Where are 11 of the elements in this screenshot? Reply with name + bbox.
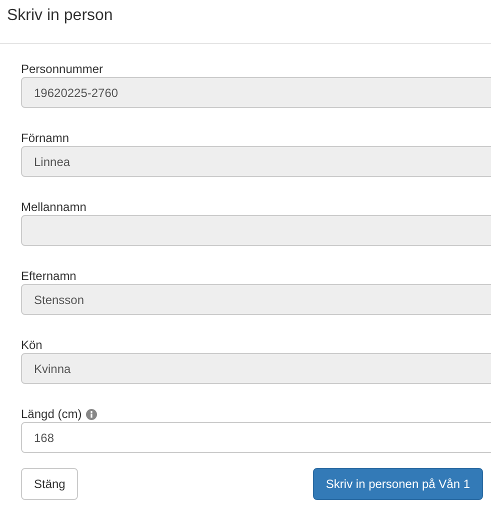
field-label: Längd (cm): [21, 407, 82, 421]
input-field[interactable]: 168: [21, 422, 491, 453]
field-label: Förnamn: [21, 131, 70, 145]
field-label: Mellannamn: [21, 200, 86, 214]
field-label: Personnummer: [21, 62, 104, 76]
info-icon[interactable]: [86, 408, 97, 420]
close-button[interactable]: Stäng: [21, 468, 78, 500]
field-label: Efternamn: [21, 269, 76, 283]
submit-button[interactable]: Skriv in personen på Vån 1: [312, 468, 483, 500]
window-title: Skriv in person: [7, 6, 114, 26]
field-label: Kön: [21, 338, 42, 352]
